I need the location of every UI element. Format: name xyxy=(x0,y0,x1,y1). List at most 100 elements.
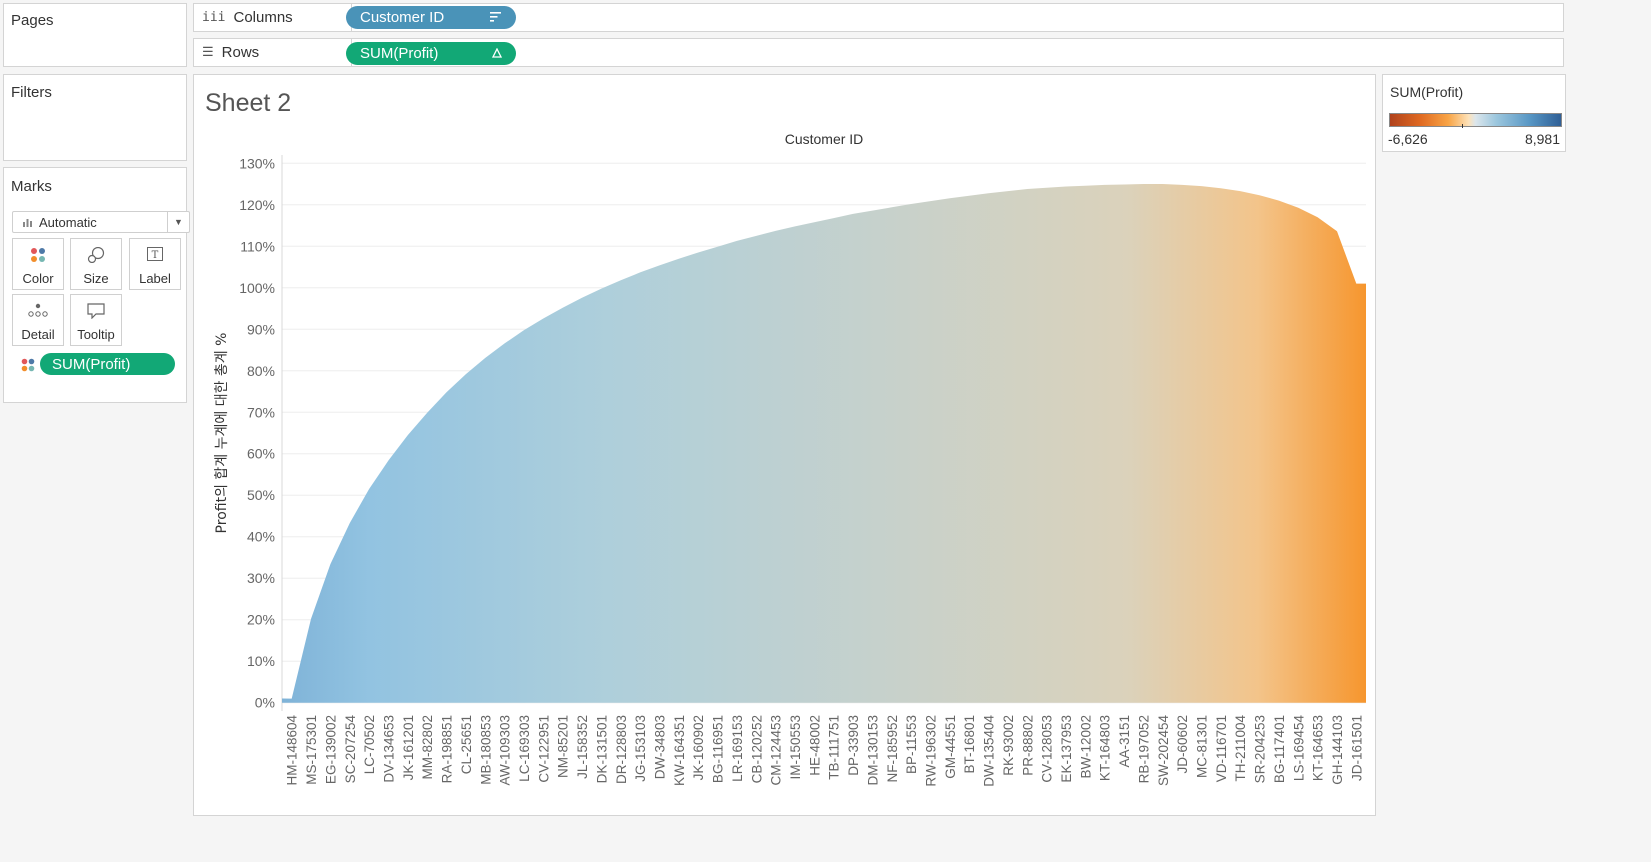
marks-title: Marks xyxy=(11,178,52,195)
y-tick-label: 20% xyxy=(247,612,275,628)
data-point xyxy=(426,412,428,414)
data-point xyxy=(562,307,564,309)
data-point xyxy=(1181,184,1183,186)
data-point xyxy=(813,221,815,223)
columns-pill-label: Customer ID xyxy=(360,9,445,26)
data-point xyxy=(774,230,776,232)
x-tick-label: CM-124453 xyxy=(769,715,784,786)
color-button-label: Color xyxy=(22,271,54,286)
legend-min-label: -6,626 xyxy=(1388,131,1428,147)
mark-type-label: Automatic xyxy=(39,214,97,230)
data-point xyxy=(891,206,893,208)
data-point xyxy=(929,200,931,202)
x-tick-label: LS-169454 xyxy=(1291,715,1306,782)
data-point xyxy=(794,225,796,227)
y-tick-label: 80% xyxy=(247,363,275,379)
label-button[interactable]: T Label xyxy=(129,238,181,290)
x-tick-label: SC-207254 xyxy=(343,715,358,784)
color-button[interactable]: Color xyxy=(12,238,64,290)
data-point xyxy=(620,279,622,281)
data-point xyxy=(1084,185,1086,187)
x-tick-label: LR-169153 xyxy=(730,715,745,782)
marks-panel: Marks Automatic ▼ Color Size T Label Det… xyxy=(3,167,190,403)
x-tick-label: AA-3151 xyxy=(1117,715,1132,768)
data-point xyxy=(871,209,873,211)
x-tick-label: RB-197052 xyxy=(1136,715,1151,783)
x-tick-label: JD-60602 xyxy=(1175,715,1190,774)
x-tick-label: RK-93002 xyxy=(1001,715,1016,776)
x-tick-label: LC-169303 xyxy=(517,715,532,782)
data-point xyxy=(1200,185,1202,187)
legend-max-label: 8,981 xyxy=(1524,131,1560,147)
x-tick-label: BG-116951 xyxy=(711,715,726,783)
x-tick-label: CB-120252 xyxy=(749,715,764,783)
x-tick-label: DW-135404 xyxy=(982,715,997,787)
chart-title: Customer ID xyxy=(785,131,864,147)
delta-icon[interactable] xyxy=(492,48,502,58)
chevron-down-icon[interactable]: ▼ xyxy=(167,212,189,232)
y-tick-label: 70% xyxy=(247,404,275,420)
data-point xyxy=(697,251,699,253)
y-tick-label: 110% xyxy=(240,238,275,254)
x-tick-label: IM-150553 xyxy=(788,715,803,780)
x-tick-label: EG-139002 xyxy=(323,715,338,784)
y-tick-label: 60% xyxy=(247,446,275,462)
y-tick-label: 50% xyxy=(247,487,275,503)
detail-button[interactable]: Detail xyxy=(12,294,64,346)
x-tick-label: NF-185952 xyxy=(885,715,900,783)
data-point xyxy=(852,213,854,215)
legend-title: SUM(Profit) xyxy=(1390,84,1464,100)
rows-shelf-label: ☰ Rows xyxy=(194,39,352,66)
data-point xyxy=(987,192,989,194)
columns-pill[interactable]: Customer ID xyxy=(346,6,516,29)
x-tick-label: MB-180853 xyxy=(478,715,493,785)
filters-panel[interactable]: Filters xyxy=(3,74,187,161)
data-point xyxy=(349,522,351,524)
data-point xyxy=(542,317,544,319)
x-tick-label: KT-164653 xyxy=(1311,715,1326,781)
x-tick-label: LC-70502 xyxy=(362,715,377,774)
data-point xyxy=(407,434,409,436)
data-point xyxy=(1239,190,1241,192)
data-point xyxy=(678,258,680,260)
legend-zero-tick xyxy=(1462,124,1463,128)
y-tick-label: 90% xyxy=(247,321,275,337)
pareto-chart[interactable]: Customer ID 0% 10% 20% 30% 40% 50% 60% 70% 80% 90%… xyxy=(194,75,1375,815)
data-point xyxy=(833,217,835,219)
data-point xyxy=(1123,183,1125,185)
rows-shelf: ☰ Rows SUM(Profit) xyxy=(193,38,1564,67)
data-point xyxy=(1065,185,1067,187)
x-tick-label: HM-148604 xyxy=(285,715,300,786)
data-point xyxy=(1258,194,1260,196)
mark-type-dropdown[interactable]: Automatic ▼ xyxy=(12,211,190,233)
sort-descending-icon[interactable] xyxy=(490,12,502,22)
tooltip-bubble-icon xyxy=(87,303,105,319)
data-point xyxy=(1297,207,1299,209)
y-tick-label: 130% xyxy=(239,155,275,171)
tooltip-button[interactable]: Tooltip xyxy=(70,294,122,346)
data-point xyxy=(1162,183,1164,185)
y-tick-label: 100% xyxy=(239,280,275,296)
color-legend[interactable]: SUM(Profit) -6,626 8,981 xyxy=(1382,74,1566,152)
x-tick-label: JK-161201 xyxy=(401,715,416,780)
x-tick-label: KT-164803 xyxy=(1098,715,1113,781)
data-point xyxy=(1104,184,1106,186)
x-tick-label: JK-160902 xyxy=(691,715,706,780)
x-tick-label: SW-202454 xyxy=(1156,715,1171,787)
x-tick-label: BG-117401 xyxy=(1272,715,1287,783)
pages-panel: Pages xyxy=(3,3,187,67)
data-point xyxy=(736,240,738,242)
marks-field-pill[interactable]: SUM(Profit) xyxy=(40,353,175,375)
data-point xyxy=(1142,183,1144,185)
x-tick-label: DP-33903 xyxy=(846,715,861,776)
rows-icon: ☰ xyxy=(202,45,214,60)
rows-pill[interactable]: SUM(Profit) xyxy=(346,42,516,65)
size-button[interactable]: Size xyxy=(70,238,122,290)
data-point xyxy=(639,271,641,273)
x-tick-label: KW-164351 xyxy=(672,715,687,786)
data-point xyxy=(716,246,718,248)
columns-shelf: iii Columns Customer ID xyxy=(193,3,1564,32)
data-point xyxy=(523,329,525,331)
data-point xyxy=(910,203,912,205)
label-button-label: Label xyxy=(139,271,171,286)
